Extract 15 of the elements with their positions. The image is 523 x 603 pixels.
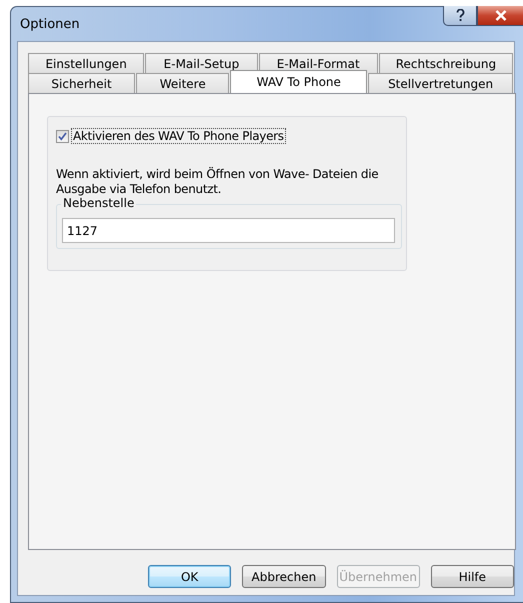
checkbox-label[interactable]: Aktivieren des WAV To Phone Players bbox=[72, 129, 285, 143]
extension-field[interactable]: 1127 bbox=[62, 218, 395, 243]
dialog-button[interactable]: Abbrechen bbox=[242, 565, 326, 588]
description-text: Wenn aktiviert, wird beim Öffnen von Wave- Dateien die Ausgabe via Telefon benutzt. bbox=[56, 167, 380, 197]
tab[interactable]: Stellvertretungen bbox=[368, 73, 513, 93]
tab[interactable]: Rechtschreibung bbox=[378, 53, 513, 73]
window-title: Optionen bbox=[19, 16, 80, 32]
field-label: Nebenstelle bbox=[61, 196, 136, 210]
tab[interactable]: E-Mail-Setup bbox=[145, 53, 258, 73]
dialog-button[interactable]: Hilfe bbox=[430, 565, 514, 588]
tab[interactable]: Weitere bbox=[136, 73, 230, 93]
dialog-button[interactable]: OK bbox=[148, 565, 232, 588]
tab[interactable]: Einstellungen bbox=[28, 53, 144, 73]
tab[interactable]: WAV To Phone bbox=[230, 70, 368, 93]
tab[interactable]: Sicherheit bbox=[28, 73, 136, 93]
